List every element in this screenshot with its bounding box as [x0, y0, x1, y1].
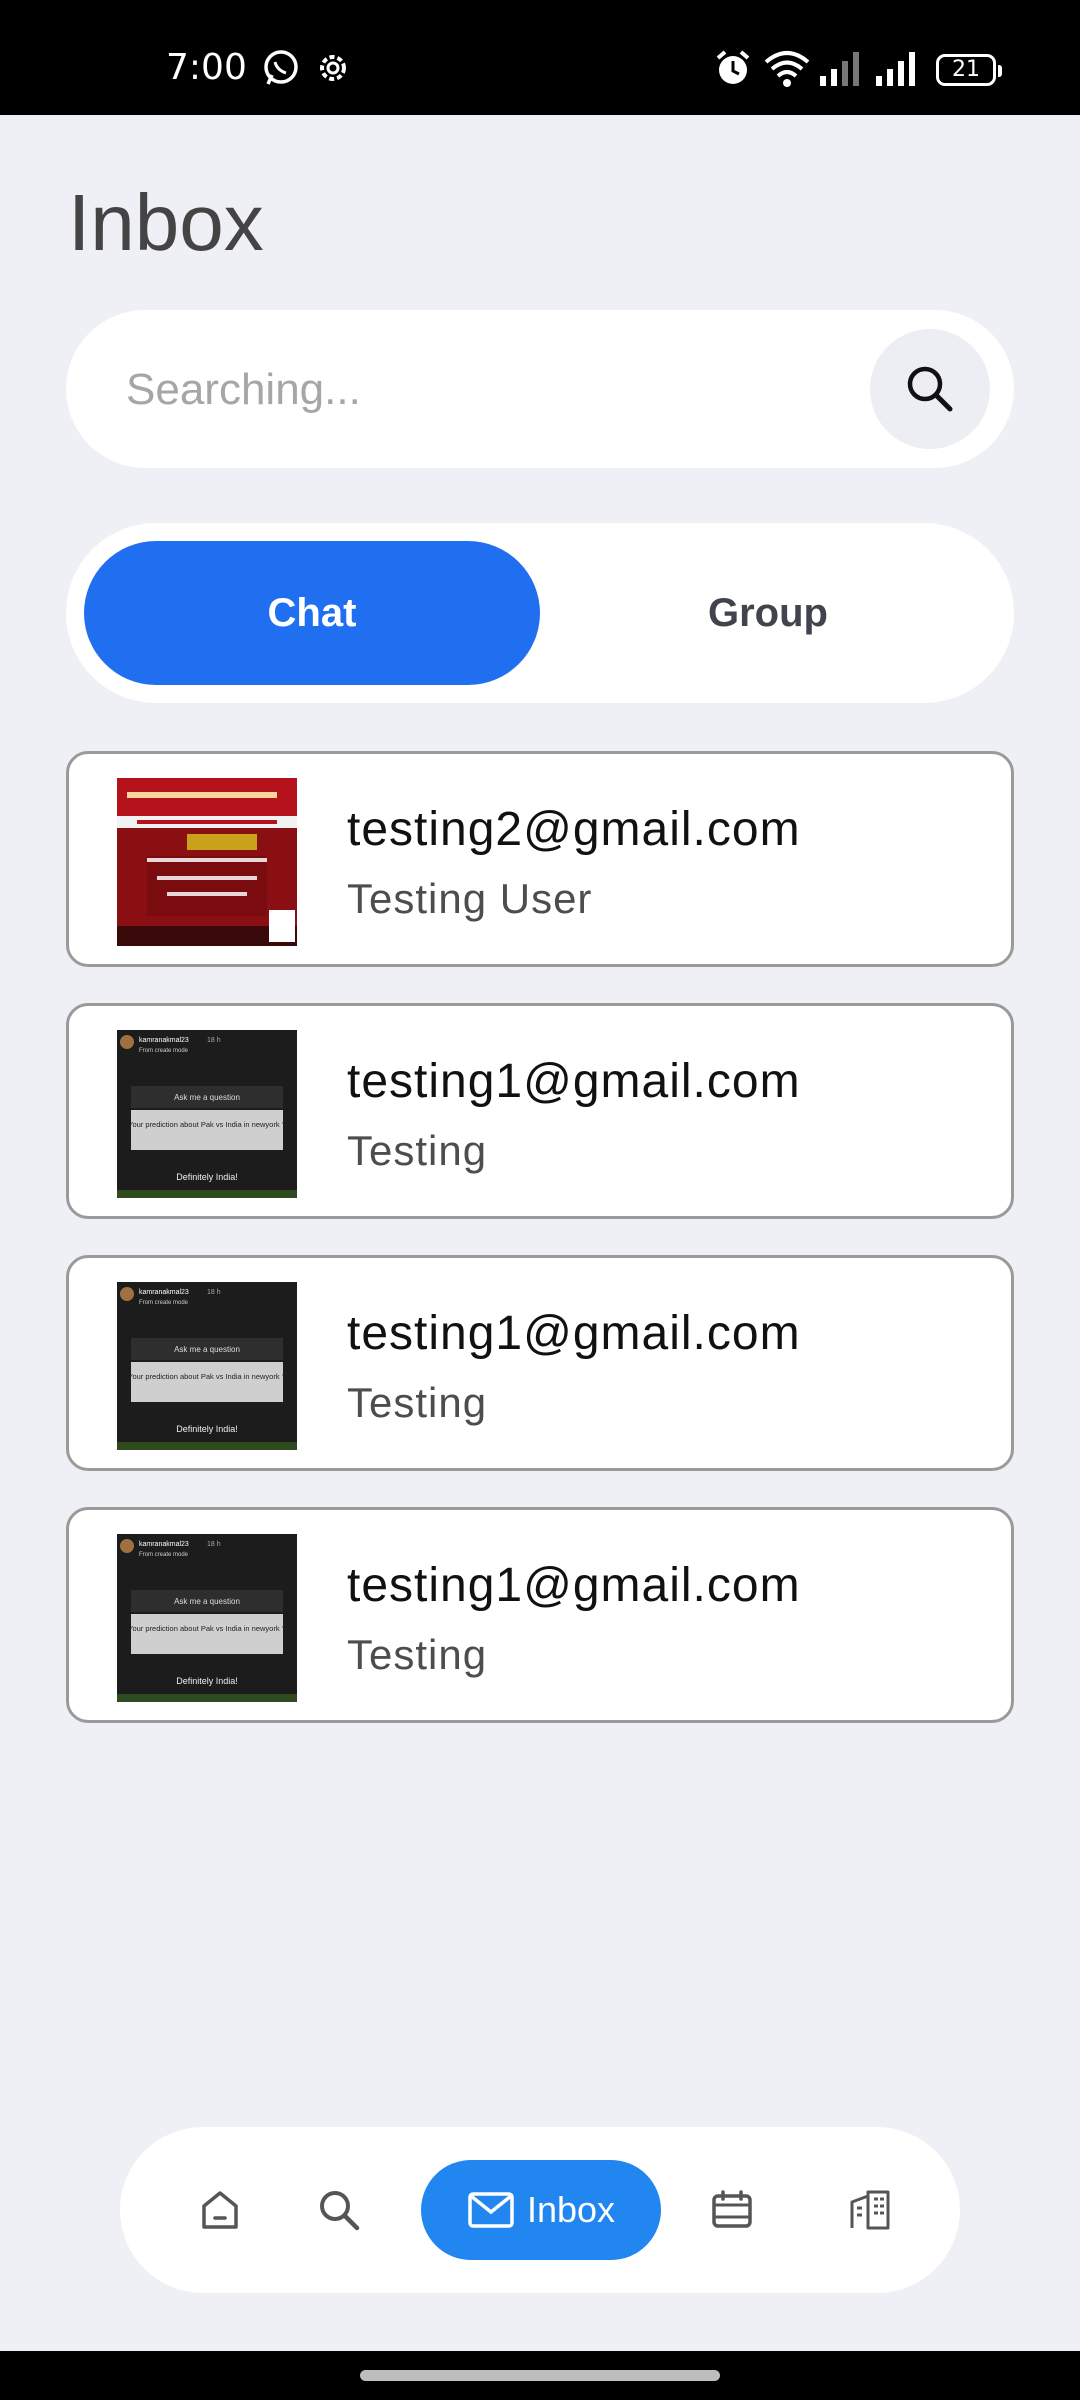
battery-indicator: 21	[936, 54, 1002, 86]
signal-icon	[818, 48, 864, 92]
story-question: Your prediction about Pak vs India in ne…	[128, 1624, 286, 1633]
story-subtitle: From create mode	[139, 1300, 189, 1306]
chat-email: testing1@gmail.com	[347, 1307, 801, 1360]
chat-item[interactable]: testing2@gmail.com Testing User	[66, 751, 1014, 967]
chat-item[interactable]: kamranakmal23 18 h From create mode Ask …	[66, 1003, 1014, 1219]
story-question: Your prediction about Pak vs India in ne…	[128, 1120, 286, 1129]
chat-email: testing2@gmail.com	[347, 803, 801, 856]
chat-name: Testing	[347, 1631, 488, 1678]
chat-thumbnail	[117, 778, 297, 946]
chat-thumbnail: kamranakmal23 18 h From create mode Ask …	[117, 1534, 297, 1702]
chat-item[interactable]: kamranakmal23 18 h From create mode Ask …	[66, 1255, 1014, 1471]
story-username: kamranakmal23	[139, 1289, 189, 1296]
home-gesture-bar[interactable]	[360, 2370, 720, 2381]
chat-name: Testing User	[347, 875, 593, 922]
tab-chat[interactable]: Chat	[84, 541, 540, 685]
nav-home[interactable]	[160, 2160, 280, 2260]
chat-item[interactable]: kamranakmal23 18 h From create mode Ask …	[66, 1507, 1014, 1723]
search-icon	[320, 2191, 360, 2231]
home-icon	[202, 2191, 238, 2229]
status-bar: 7:00 21	[0, 0, 1080, 115]
story-ask: Ask me a question	[174, 1597, 240, 1606]
story-username: kamranakmal23	[139, 1541, 189, 1548]
calendar-icon	[712, 2190, 752, 2228]
story-answer: Definitely India!	[176, 1172, 238, 1182]
alarm-icon	[714, 48, 752, 92]
system-nav-bar	[0, 2351, 1080, 2400]
story-username: kamranakmal23	[139, 1037, 189, 1044]
chat-email: testing1@gmail.com	[347, 1559, 801, 1612]
search-button[interactable]	[870, 329, 990, 449]
bottom-nav: Inbox	[120, 2127, 960, 2293]
page-title: Inbox	[68, 178, 264, 267]
settings-icon	[314, 48, 352, 92]
chat-list: testing2@gmail.com Testing User kamranak…	[66, 751, 1014, 1759]
chat-name: Testing	[347, 1379, 488, 1426]
story-time: 18 h	[207, 1289, 221, 1296]
story-time: 18 h	[207, 1541, 221, 1548]
nav-inbox-label: Inbox	[526, 2189, 616, 2230]
chat-email: testing1@gmail.com	[347, 1055, 801, 1108]
story-time: 18 h	[207, 1037, 221, 1044]
story-answer: Definitely India!	[176, 1424, 238, 1434]
chat-name: Testing	[347, 1127, 488, 1174]
story-ask: Ask me a question	[174, 1345, 240, 1354]
story-subtitle: From create mode	[139, 1048, 189, 1054]
search-bar	[66, 310, 1014, 468]
search-input[interactable]	[124, 354, 908, 426]
whatsapp-icon	[262, 48, 300, 92]
tab-group[interactable]: Group	[540, 541, 996, 685]
story-question: Your prediction about Pak vs India in ne…	[128, 1372, 286, 1381]
nav-buildings[interactable]	[810, 2160, 930, 2260]
building-icon	[850, 2190, 890, 2230]
story-answer: Definitely India!	[176, 1676, 238, 1686]
nav-inbox[interactable]: Inbox	[421, 2160, 661, 2260]
chat-thumbnail: kamranakmal23 18 h From create mode Ask …	[117, 1282, 297, 1450]
search-icon	[907, 366, 953, 412]
chat-thumbnail: kamranakmal23 18 h From create mode Ask …	[117, 1030, 297, 1198]
status-time: 7:00	[166, 47, 247, 88]
wifi-icon	[764, 48, 810, 92]
story-ask: Ask me a question	[174, 1093, 240, 1102]
nav-bookings[interactable]	[672, 2160, 792, 2260]
nav-search[interactable]	[279, 2160, 399, 2260]
mail-icon	[468, 2192, 514, 2228]
story-subtitle: From create mode	[139, 1552, 189, 1558]
signal-icon	[874, 48, 920, 92]
chat-group-toggle: Chat Group	[66, 523, 1014, 703]
